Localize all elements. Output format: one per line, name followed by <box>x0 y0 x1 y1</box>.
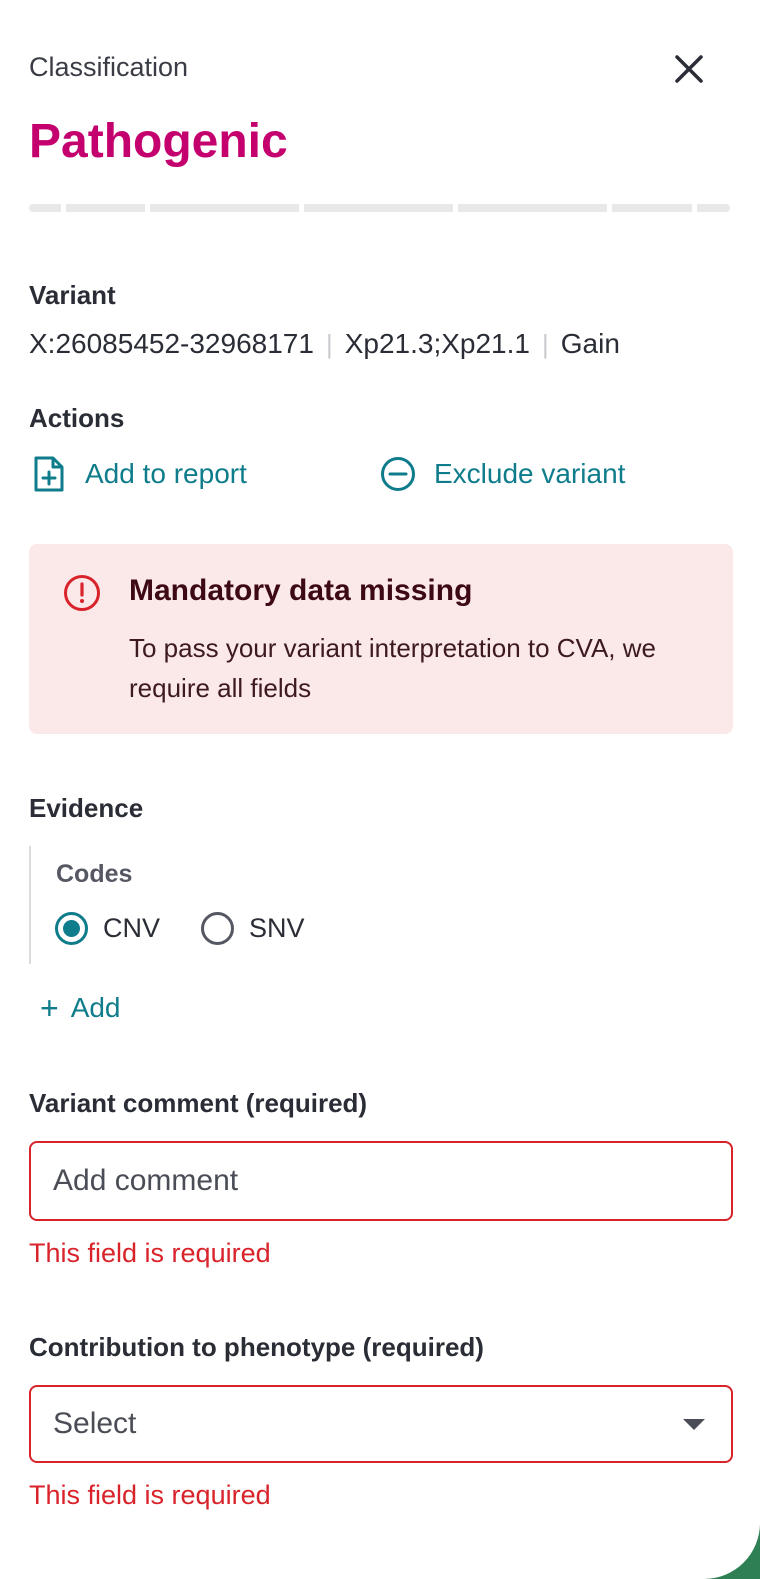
scale-segment <box>612 204 692 212</box>
add-evidence-label: Add <box>70 992 121 1023</box>
variant-comment-error: This field is required <box>29 1238 271 1268</box>
evidence-heading: Evidence <box>29 793 144 823</box>
add-evidence-button[interactable]: + Add <box>40 992 121 1024</box>
actions-heading: Actions <box>29 403 125 433</box>
close-button[interactable] <box>668 48 710 90</box>
mandatory-data-alert: Mandatory data missing To pass your vari… <box>29 544 733 734</box>
radio-checked-icon <box>55 912 88 945</box>
alert-message: To pass your variant interpretation to C… <box>129 633 656 703</box>
add-to-report-button[interactable]: Add to report <box>29 454 247 494</box>
contribution-label: Contribution to phenotype (required) <box>29 1332 484 1362</box>
classification-panel: Classification Pathogenic Variant X:2608… <box>0 0 760 1579</box>
contribution-select[interactable]: Select <box>29 1385 733 1463</box>
classification-scale <box>29 204 733 212</box>
add-document-icon <box>29 454 69 494</box>
variant-coordinates: X:26085452-32968171 <box>29 328 314 359</box>
radio-snv[interactable]: SNV <box>201 912 305 945</box>
contribution-select-value: Select <box>53 1407 137 1440</box>
exclude-variant-button[interactable]: Exclude variant <box>378 454 625 494</box>
panel-header-label: Classification <box>29 52 189 82</box>
alert-title: Mandatory data missing <box>129 574 473 607</box>
variant-type: Gain <box>560 328 620 359</box>
variant-details: X:26085452-32968171 | Xp21.3;Xp21.1 | Ga… <box>29 328 620 360</box>
caret-down-icon <box>683 1418 705 1430</box>
radio-unchecked-icon <box>201 912 234 945</box>
exclude-variant-label: Exclude variant <box>434 458 626 489</box>
close-icon <box>675 55 703 83</box>
radio-cnv[interactable]: CNV <box>55 912 160 945</box>
scale-segment <box>697 204 730 212</box>
classification-title: Pathogenic <box>29 115 288 168</box>
radio-snv-label: SNV <box>249 913 305 943</box>
scale-segment <box>66 204 145 212</box>
evidence-codes-group: Codes CNV SNV <box>29 846 429 964</box>
codes-label: Codes <box>56 860 133 888</box>
scale-segment <box>304 204 453 212</box>
minus-circle-icon <box>378 454 418 494</box>
radio-cnv-label: CNV <box>103 913 161 943</box>
variant-heading: Variant <box>29 280 116 310</box>
scale-segment <box>458 204 607 212</box>
add-to-report-label: Add to report <box>85 458 247 489</box>
separator: | <box>541 328 549 359</box>
variant-comment-label: Variant comment (required) <box>29 1088 368 1118</box>
plus-icon: + <box>40 990 59 1026</box>
contribution-error: This field is required <box>29 1480 271 1510</box>
scale-segment <box>29 204 61 212</box>
variant-cytoband: Xp21.3;Xp21.1 <box>344 328 530 359</box>
variant-comment-input[interactable] <box>29 1141 733 1221</box>
scale-segment <box>150 204 299 212</box>
separator: | <box>325 328 333 359</box>
alert-icon <box>62 573 102 613</box>
